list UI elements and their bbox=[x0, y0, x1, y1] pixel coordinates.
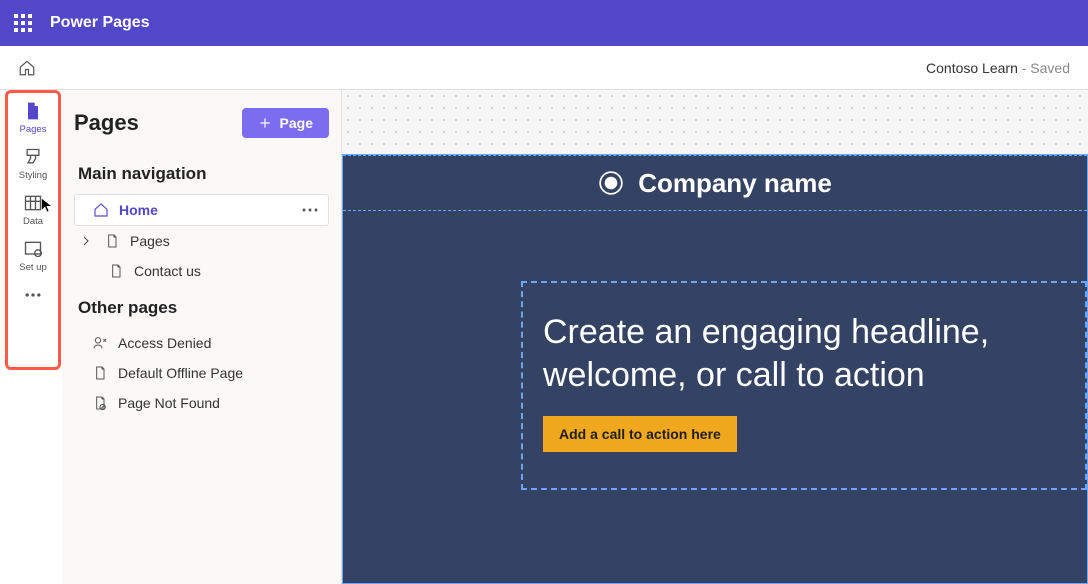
more-icon bbox=[23, 285, 43, 305]
tree-item-access-denied[interactable]: Access Denied bbox=[74, 328, 329, 358]
saved-label: - Saved bbox=[1018, 60, 1070, 76]
rail-item-more[interactable] bbox=[23, 285, 43, 305]
rail-highlight-box: Pages Styling Data Set up bbox=[5, 90, 61, 370]
tree-label: Pages bbox=[130, 233, 170, 249]
section-other: Other pages bbox=[78, 298, 325, 318]
page-preview[interactable]: Company name Create an engaging headline… bbox=[342, 154, 1088, 584]
panel-title: Pages bbox=[74, 110, 139, 136]
panel-header: Pages Page bbox=[74, 108, 329, 138]
pages-panel: Pages Page Main navigation Home ⋯ Pages … bbox=[62, 90, 342, 584]
add-page-button[interactable]: Page bbox=[242, 108, 329, 138]
tree-item-pages[interactable]: Pages bbox=[74, 226, 329, 256]
setup-icon bbox=[23, 239, 43, 259]
home-icon[interactable] bbox=[18, 59, 36, 77]
rail-label: Styling bbox=[19, 170, 48, 181]
tree-label: Page Not Found bbox=[118, 395, 220, 411]
site-status: Contoso Learn - Saved bbox=[926, 60, 1070, 76]
rail-item-data[interactable]: Data bbox=[23, 193, 43, 227]
page-error-icon bbox=[92, 395, 108, 411]
brand-title: Power Pages bbox=[50, 14, 150, 32]
chevron-right-icon bbox=[78, 233, 94, 249]
tree-label: Contact us bbox=[134, 263, 201, 279]
add-page-label: Page bbox=[280, 115, 313, 131]
section-main-nav: Main navigation bbox=[78, 164, 325, 184]
table-icon bbox=[23, 193, 43, 213]
top-bar: Power Pages bbox=[0, 0, 1088, 46]
plus-icon bbox=[258, 116, 272, 130]
home-icon bbox=[93, 202, 109, 218]
tree-label: Access Denied bbox=[118, 335, 211, 351]
left-rail: Pages Styling Data Set up bbox=[8, 95, 58, 305]
brush-icon bbox=[23, 147, 43, 167]
company-logo-icon bbox=[598, 170, 624, 196]
workspace: Pages Styling Data Set up bbox=[0, 90, 1088, 584]
rail-item-pages[interactable]: Pages bbox=[20, 101, 47, 135]
tree-label: Default Offline Page bbox=[118, 365, 243, 381]
cta-button[interactable]: Add a call to action here bbox=[543, 416, 737, 452]
company-header[interactable]: Company name bbox=[343, 155, 1087, 211]
rail-label: Set up bbox=[19, 262, 46, 273]
rail-item-styling[interactable]: Styling bbox=[19, 147, 48, 181]
sub-bar: Contoso Learn - Saved bbox=[0, 46, 1088, 90]
canvas[interactable]: Company name Create an engaging headline… bbox=[342, 90, 1088, 584]
site-name: Contoso Learn bbox=[926, 60, 1018, 76]
page-icon bbox=[92, 365, 108, 381]
hero-section[interactable]: Create an engaging headline, welcome, or… bbox=[521, 281, 1087, 490]
rail-label: Data bbox=[23, 216, 43, 227]
tree-item-contact[interactable]: Contact us bbox=[74, 256, 329, 286]
app-launcher-icon[interactable] bbox=[14, 14, 32, 32]
tree-item-home[interactable]: Home ⋯ bbox=[74, 194, 329, 226]
page-icon bbox=[108, 263, 124, 279]
page-icon bbox=[104, 233, 120, 249]
page-icon bbox=[23, 101, 43, 121]
tree-item-not-found[interactable]: Page Not Found bbox=[74, 388, 329, 418]
restricted-icon bbox=[92, 335, 108, 351]
tree-label: Home bbox=[119, 202, 158, 218]
rail-item-setup[interactable]: Set up bbox=[19, 239, 46, 273]
company-name[interactable]: Company name bbox=[638, 168, 832, 199]
tree-item-offline[interactable]: Default Offline Page bbox=[74, 358, 329, 388]
hero-headline[interactable]: Create an engaging headline, welcome, or… bbox=[543, 311, 1065, 396]
rail-label: Pages bbox=[20, 124, 47, 135]
more-icon[interactable]: ⋯ bbox=[301, 200, 320, 221]
